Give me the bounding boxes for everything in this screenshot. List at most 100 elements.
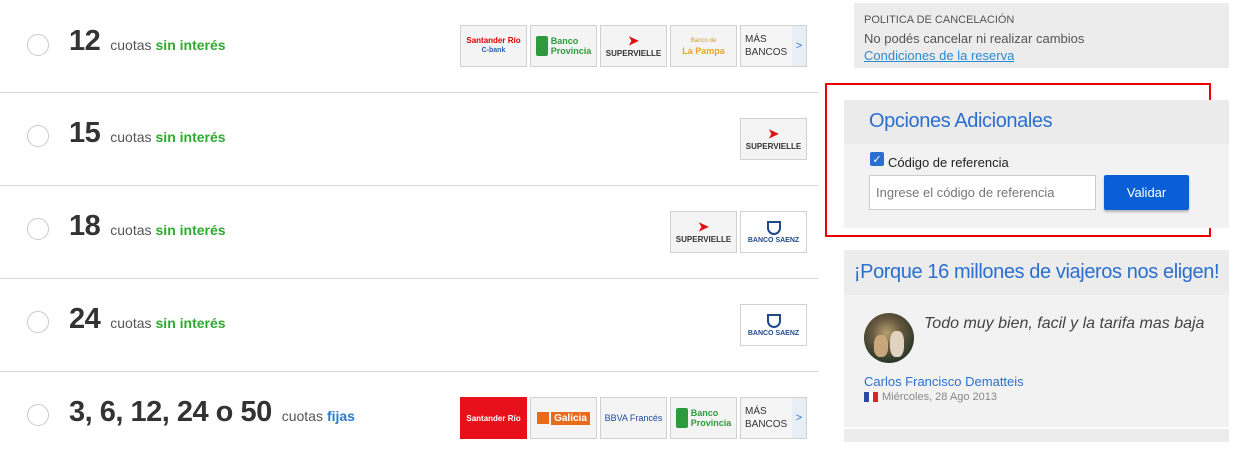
banco-saenz-logo: BANCO SAENZ [740, 211, 807, 253]
saenz-icon [766, 220, 781, 235]
installment-number: 12 [69, 25, 101, 57]
more-banks-text: MÁS BANCOS [745, 33, 787, 59]
more-banks-text: MÁS BANCOS [745, 405, 787, 431]
installment-number: 24 [69, 303, 101, 335]
supervielle-icon: ➤ [768, 125, 779, 141]
validate-button[interactable]: Validar [1104, 175, 1189, 210]
next-panel [844, 429, 1229, 442]
installments-list: 12 cuotas sin interés Santander Río C-bank… [0, 0, 818, 442]
avatar-figure [874, 335, 888, 357]
interest-label: sin interés [155, 222, 226, 238]
review-author[interactable]: Carlos Francisco Dematteis [864, 374, 1024, 389]
installment-row[interactable]: 15 cuotas sin interés ➤ SUPERVIELLE [0, 93, 818, 186]
provincia-text: Banco Provincia [551, 36, 592, 56]
saenz-label: BANCO SAENZ [747, 236, 800, 244]
reference-code-label: Código de referencia [888, 155, 1009, 170]
reference-code-input[interactable]: Ingrese el código de referencia [869, 175, 1096, 210]
cancellation-title: POLITICA DE CANCELACIÓN [864, 14, 1015, 26]
installment-option: 3, 6, 12, 24 o 50 cuotas fijas [69, 396, 355, 429]
provincia-icon [675, 408, 688, 428]
installment-radio[interactable] [27, 218, 49, 240]
more-banks-label-1: MÁS [745, 34, 767, 45]
cuotas-label: cuotas [110, 222, 152, 238]
bank-logos: ➤ SUPERVIELLE BANCO SAENZ [670, 211, 807, 253]
flag-icon [864, 392, 879, 402]
provincia-label-1: Banco [690, 408, 719, 418]
travelers-heading: ¡Porque 16 millones de viajeros nos elig… [844, 250, 1229, 295]
review-date: Miércoles, 28 Ago 2013 [882, 391, 997, 403]
installment-row[interactable]: 24 cuotas sin interés BANCO SAENZ [0, 279, 818, 372]
provincia-label-2: Provincia [550, 46, 592, 56]
cuotas-label: cuotas [110, 315, 152, 331]
review-quote: Todo muy bien, facil y la tarifa mas baj… [924, 315, 1205, 332]
installment-radio[interactable] [27, 125, 49, 147]
installment-option: 24 cuotas sin interés [69, 303, 226, 336]
provincia-label-2: Provincia [690, 418, 732, 428]
santander-label: Santander Río [466, 36, 521, 45]
additional-options-title: Opciones Adicionales [869, 110, 1053, 132]
banco-la-pampa-logo: Banco de La Pampa [670, 25, 737, 67]
installment-row[interactable]: 18 cuotas sin interés ➤ SUPERVIELLE BANCO … [0, 186, 818, 279]
supervielle-logo: ➤ SUPERVIELLE [600, 25, 667, 67]
installment-radio[interactable] [27, 34, 49, 56]
lapampa-label-1: Banco de [690, 38, 717, 44]
more-banks-label-2: BANCOS [745, 47, 788, 58]
cuotas-label: cuotas [281, 408, 323, 424]
interest-label: sin interés [155, 37, 226, 53]
chevron-right-icon[interactable]: > [792, 398, 806, 438]
installment-option: 12 cuotas sin interés [69, 25, 226, 58]
provincia-icon [535, 36, 548, 56]
installment-option: 18 cuotas sin interés [69, 210, 226, 243]
santander-sub-label: C-bank [481, 47, 506, 54]
more-banks-button[interactable]: MÁS BANCOS > [740, 397, 807, 439]
saenz-label: BANCO SAENZ [747, 329, 800, 337]
more-banks-button[interactable]: MÁS BANCOS > [740, 25, 807, 67]
supervielle-icon: ➤ [628, 32, 639, 48]
more-banks-label-1: MÁS [745, 406, 767, 417]
banco-saenz-logo: BANCO SAENZ [740, 304, 807, 346]
interest-label: fijas [326, 408, 355, 424]
cuotas-label: cuotas [110, 129, 152, 145]
additional-options-panel: Opciones Adicionales ✓ Código de referen… [844, 100, 1229, 228]
reference-code-checkbox[interactable]: ✓ [870, 152, 884, 166]
review-card: Todo muy bien, facil y la tarifa mas baj… [844, 295, 1229, 427]
bank-logos: ➤ SUPERVIELLE [740, 118, 807, 160]
bbva-frances-logo: BBVA Francés [600, 397, 667, 439]
provincia-label-1: Banco [550, 36, 579, 46]
installment-number: 15 [69, 117, 101, 149]
avatar-figure [890, 331, 904, 357]
galicia-logo: Galicia [530, 397, 597, 439]
installment-radio[interactable] [27, 404, 49, 426]
interest-label: sin interés [155, 129, 226, 145]
cancellation-policy: POLITICA DE CANCELACIÓN No podés cancela… [854, 3, 1229, 68]
supervielle-logo: ➤ SUPERVIELLE [740, 118, 807, 160]
bank-logos: BANCO SAENZ [740, 304, 807, 346]
santander-rio-logo: Santander Río [460, 397, 527, 439]
installment-row[interactable]: 12 cuotas sin interés Santander Río C-bank… [0, 0, 818, 93]
banco-provincia-logo: Banco Provincia [670, 397, 737, 439]
santander-rio-logo: Santander Río C-bank [460, 25, 527, 67]
saenz-icon [766, 313, 781, 328]
lapampa-label-2: La Pampa [682, 46, 725, 56]
cancellation-text: No podés cancelar ni realizar cambios [864, 31, 1085, 46]
galicia-label: Galicia [551, 411, 590, 425]
cuotas-label: cuotas [110, 37, 152, 53]
santander-label: Santander Río [466, 413, 521, 423]
supervielle-logo: ➤ SUPERVIELLE [670, 211, 737, 253]
supervielle-label: SUPERVIELLE [675, 234, 732, 244]
installment-number: 18 [69, 210, 101, 242]
chevron-right-icon[interactable]: > [792, 26, 806, 66]
installment-row[interactable]: 3, 6, 12, 24 o 50 cuotas fijas Santander R… [0, 372, 818, 465]
review-date-line: Miércoles, 28 Ago 2013 [864, 391, 997, 403]
supervielle-label: SUPERVIELLE [605, 48, 662, 58]
galicia-icon [537, 412, 550, 424]
bank-logos: Santander Río C-bank Banco Provincia ➤ S… [460, 25, 807, 67]
installment-number: 3, 6, 12, 24 o 50 [69, 396, 272, 428]
banco-provincia-logo: Banco Provincia [530, 25, 597, 67]
reservation-conditions-link[interactable]: Condiciones de la reserva [864, 48, 1014, 63]
interest-label: sin interés [155, 315, 226, 331]
bbva-label: BBVA Francés [604, 413, 663, 423]
more-banks-label-2: BANCOS [745, 419, 788, 430]
installment-radio[interactable] [27, 311, 49, 333]
installment-option: 15 cuotas sin interés [69, 117, 226, 150]
